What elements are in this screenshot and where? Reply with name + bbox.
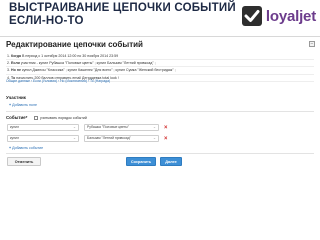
order-checkbox[interactable]: учитывать порядок событий — [34, 115, 87, 120]
summary-step: 1. Когда В период с 1 октября 2014 12:00… — [6, 53, 314, 61]
summary-step: 3. Но не купил Джинсы "Классика" ; купил… — [6, 67, 314, 75]
plus-icon: + — [9, 103, 12, 107]
collapse-button[interactable]: − — [309, 41, 315, 47]
slide-title-line2: ЕСЛИ-НО-ТО — [9, 15, 84, 27]
chevron-down-icon: ⌄ — [152, 136, 156, 140]
save-button[interactable]: Сохранить — [126, 157, 156, 166]
remove-event-icon[interactable]: × — [164, 125, 168, 131]
cancel-button[interactable]: Отменить — [7, 157, 41, 166]
chevron-down-icon: ⌄ — [152, 125, 156, 129]
event-action-select[interactable]: купил ⌄ — [7, 135, 79, 142]
loyaljet-check-logo-icon — [241, 5, 263, 27]
event-product-select[interactable]: Рубашка "Половые цветы" ⌄ — [84, 124, 159, 131]
next-button[interactable]: Далее — [160, 157, 182, 166]
event-action-select[interactable]: купил ⌄ — [7, 124, 79, 131]
edit-chain-panel: Редактирование цепочки событий − 1. Когд… — [0, 36, 320, 240]
checkbox-icon[interactable] — [34, 115, 38, 120]
breadcrumb[interactable]: Общие данные › Если (Условия) › Но (Искл… — [6, 79, 110, 83]
summary-step: 2. Если участник - купил Рубашка "Половы… — [6, 60, 314, 68]
add-event-link[interactable]: +Добавить событие — [9, 146, 43, 150]
brand-logo: loyaljet — [241, 4, 316, 28]
divider — [6, 111, 314, 112]
panel-title: Редактирование цепочки событий — [6, 40, 143, 49]
slide-title-line1: ВЫСТРАИВАНИЕ ЦЕПОЧКИ СОБЫТИЙ — [9, 2, 236, 14]
plus-icon: + — [9, 146, 12, 150]
chevron-down-icon: ⌄ — [72, 136, 76, 140]
divider — [6, 153, 314, 154]
brand-name: loyaljet — [265, 7, 316, 25]
slide-title: ВЫСТРАИВАНИЕ ЦЕПОЧКИ СОБЫТИЙ ЕСЛИ-НО-ТО — [9, 2, 239, 28]
participant-label: Участник — [6, 95, 26, 100]
chain-summary: 1. Когда В период с 1 октября 2014 12:00… — [6, 53, 314, 82]
chevron-down-icon: ⌄ — [72, 125, 76, 129]
slide-header: ВЫСТРАИВАНИЕ ЦЕПОЧКИ СОБЫТИЙ ЕСЛИ-НО-ТО … — [0, 0, 320, 34]
event-product-select[interactable]: Бальзам "Летний привкоад" ⌄ — [84, 135, 159, 142]
event-label: Событие* — [6, 115, 28, 120]
add-filter-link[interactable]: +Добавить поле — [9, 103, 37, 107]
remove-event-icon[interactable]: × — [164, 136, 168, 142]
